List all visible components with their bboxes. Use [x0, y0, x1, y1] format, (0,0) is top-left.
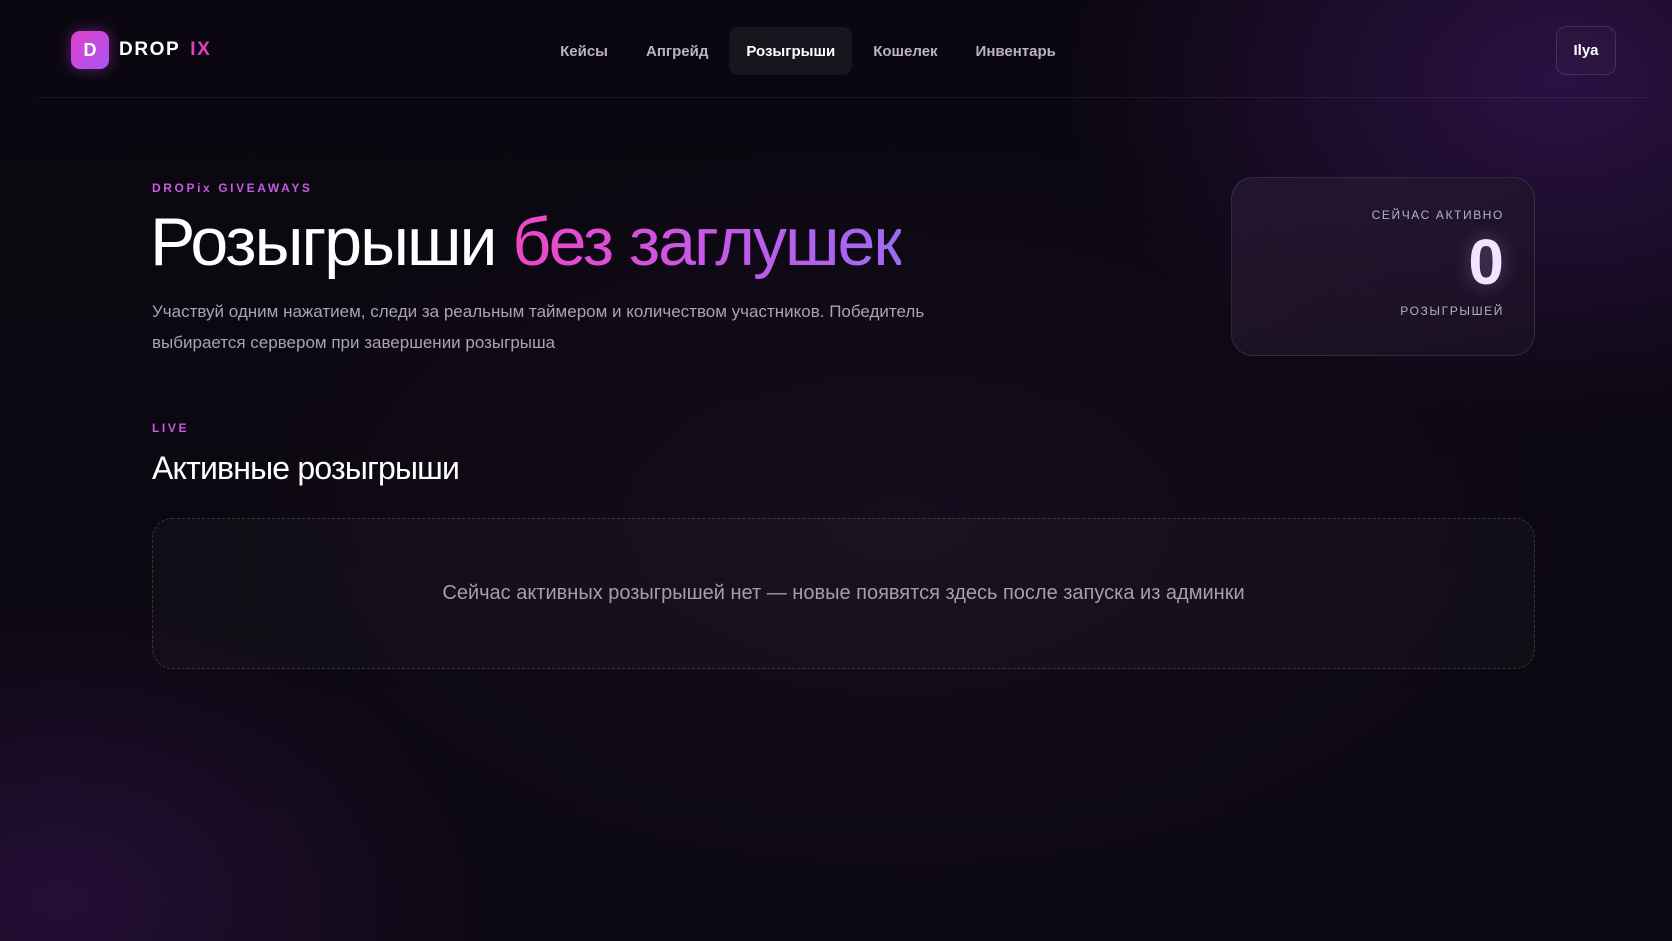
user-profile-button[interactable]: Ilya	[1556, 26, 1616, 75]
hero-eyebrow: DROPix GIVEAWAYS	[152, 181, 313, 195]
empty-state: Сейчас активных розыгрышей нет — новые п…	[152, 518, 1535, 669]
active-count-value: 0	[1468, 226, 1504, 298]
nav-item-cases[interactable]: Кейсы	[543, 27, 625, 75]
nav-item-inventory[interactable]: Инвентарь	[959, 27, 1073, 75]
nav-item-wallet[interactable]: Кошелек	[856, 27, 954, 75]
empty-state-message: Сейчас активных розыгрышей нет — новые п…	[442, 582, 1245, 604]
section-title: Активные розыгрыши	[152, 450, 460, 486]
logo-word-ix: IX	[190, 39, 212, 60]
page-title-accent: без заглушек	[512, 204, 903, 280]
page-title: Розыгрыши без заглушек	[150, 204, 903, 280]
active-count-sublabel: РОЗЫГРЫШЕЙ	[1400, 304, 1504, 318]
hero-description: Участвуй одним нажатием, следи за реальн…	[152, 302, 925, 352]
logo-mark: D	[71, 31, 109, 69]
top-header: D DROP IX Кейсы Апгрейд Розыгрыши Кошеле…	[38, 0, 1650, 98]
logo-text: DROP IX	[119, 39, 211, 61]
active-count-card: СЕЙЧАС АКТИВНО 0 РОЗЫГРЫШЕЙ	[1231, 177, 1535, 356]
live-eyebrow: LIVE	[152, 421, 190, 435]
page-title-plain: Розыгрыши	[150, 204, 498, 280]
logo-word-drop: DROP	[119, 39, 181, 60]
active-count-label: СЕЙЧАС АКТИВНО	[1371, 208, 1504, 222]
nav-item-upgrade[interactable]: Апгрейд	[629, 27, 725, 75]
main-nav: Кейсы Апгрейд Розыгрыши Кошелек Инвентар…	[543, 27, 1073, 75]
nav-item-giveaways[interactable]: Розыгрыши	[729, 27, 853, 75]
logo[interactable]: D DROP IX	[71, 31, 211, 69]
